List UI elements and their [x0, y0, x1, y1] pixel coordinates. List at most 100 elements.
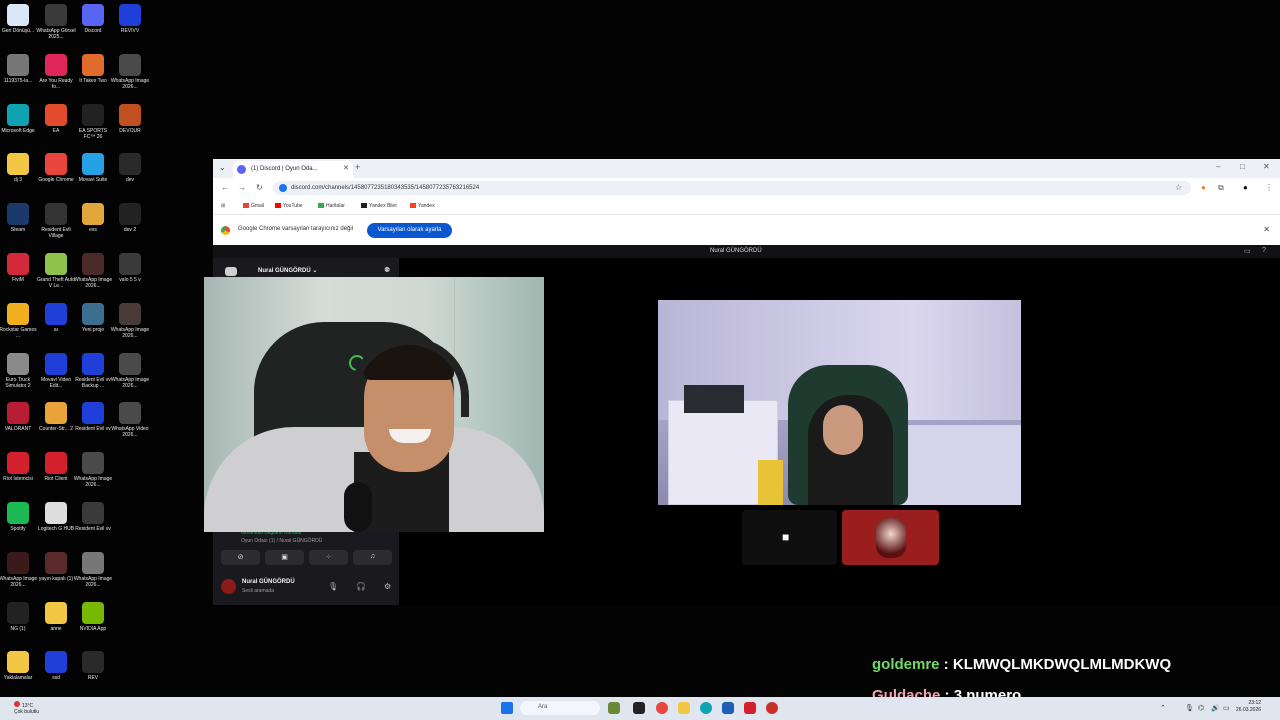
start-button-icon[interactable]	[501, 702, 513, 714]
desktop-shortcut[interactable]: WhatsApp Görsel 2025...	[36, 4, 76, 40]
desktop-shortcut[interactable]: dev 2	[110, 203, 150, 233]
desktop-shortcut[interactable]: Google Chrome	[36, 153, 76, 183]
tab-discord[interactable]: (1) Discord | Oyun Oda... ✕	[233, 161, 353, 178]
server-name[interactable]: Nural GÜNGÖRDÜ ⌄	[258, 267, 317, 274]
infobar-close-icon[interactable]: ✕	[1263, 225, 1270, 234]
desktop-shortcut[interactable]: WhatsApp Image 2026...	[110, 53, 150, 90]
tray-chevron-icon[interactable]: ⌃	[1160, 704, 1166, 712]
tray-network-icon[interactable]: ⌬	[1198, 704, 1204, 712]
apps-grid-icon[interactable]: ⊞	[221, 203, 225, 209]
desktop-shortcut[interactable]: REVIVV	[110, 4, 150, 34]
desktop-shortcut[interactable]: Riot İstemcisi	[0, 452, 38, 482]
forward-icon[interactable]: →	[238, 183, 246, 192]
desktop-shortcut[interactable]: NG (1)	[0, 601, 38, 632]
desktop-shortcut[interactable]: VALORANT	[0, 402, 38, 432]
microphone-icon[interactable]: 🎙	[328, 582, 338, 591]
desktop-shortcut[interactable]: yayın kapalı (1)	[36, 551, 76, 582]
desktop-shortcut[interactable]: WhatsApp Image 2026...	[0, 551, 38, 588]
profile-avatar-icon[interactable]: ●	[1243, 183, 1248, 192]
headphones-icon[interactable]: 🎧	[356, 582, 366, 591]
maximize-icon[interactable]: □	[1240, 162, 1245, 171]
discord-home-icon[interactable]	[225, 267, 237, 276]
task-view-icon[interactable]	[633, 702, 645, 714]
call-participant-camera-off[interactable]: ■	[742, 510, 837, 565]
weather-widget[interactable]: 13°C Çok bulutlu	[14, 701, 39, 715]
camera-off-button[interactable]: ⊘	[221, 550, 260, 565]
desktop-shortcut[interactable]: Are You Ready fo...	[36, 53, 76, 90]
desktop-shortcut[interactable]: dj 3	[0, 153, 38, 183]
tray-battery-icon[interactable]: ▭	[1223, 704, 1230, 712]
desktop-shortcut[interactable]: REV	[73, 651, 113, 681]
taskbar-search[interactable]: Ara	[520, 701, 600, 715]
desktop-shortcut[interactable]: ess	[73, 203, 113, 233]
app-taskbar-icon[interactable]	[766, 702, 778, 714]
desktop-shortcut[interactable]: ssd	[36, 651, 76, 681]
back-icon[interactable]: ←	[221, 183, 229, 192]
invite-icon[interactable]: ⚉	[384, 266, 390, 274]
desktop-shortcut[interactable]: Counter-Str... 2	[36, 402, 76, 432]
activities-button[interactable]: ⁘	[309, 550, 348, 565]
desktop-shortcut[interactable]: Resident Evil Village	[36, 203, 76, 239]
desktop-shortcut[interactable]: dev	[110, 153, 150, 183]
desktop-shortcut[interactable]: Spotify	[0, 502, 38, 532]
desktop-shortcut[interactable]: Euro Truck Simulator 2	[0, 352, 38, 389]
desktop-shortcut[interactable]: Discord	[73, 4, 113, 34]
desktop-shortcut[interactable]: WhatsApp Image 2026...	[73, 551, 113, 588]
youtube-taskbar-icon[interactable]	[744, 702, 756, 714]
desktop-shortcut[interactable]: aı	[36, 302, 76, 333]
desktop-shortcut[interactable]: FiviM	[0, 253, 38, 283]
desktop-shortcut[interactable]: NVIDIA App	[73, 601, 113, 632]
tray-mic-icon[interactable]: 🎙	[1185, 704, 1194, 712]
desktop-shortcut[interactable]: Yeni proje	[73, 302, 113, 333]
call-participant-avatar[interactable]	[842, 510, 939, 565]
desktop-shortcut[interactable]: WhatsApp Image 2026...	[110, 302, 150, 339]
desktop-shortcut[interactable]: Steam	[0, 203, 38, 233]
soundboard-button[interactable]: ♫	[353, 550, 392, 565]
tab-search-icon[interactable]: ⌄	[219, 163, 226, 172]
store-icon[interactable]	[722, 702, 734, 714]
remote-video-stream[interactable]	[658, 300, 1021, 505]
desktop-shortcut[interactable]: Rockstar Games ...	[0, 302, 38, 339]
desktop-shortcut[interactable]: Resident Evil vv	[73, 402, 113, 432]
bookmark-maps[interactable]: Haritalar	[318, 203, 345, 209]
screen-share-button[interactable]: ▣	[265, 550, 304, 565]
help-icon[interactable]: ?	[1262, 247, 1266, 254]
desktop-shortcut[interactable]: Resident Evil vv	[73, 502, 113, 532]
desktop-shortcut[interactable]: anne	[36, 601, 76, 632]
extensions-puzzle-icon[interactable]: ⧉	[1218, 183, 1224, 193]
desktop-shortcut[interactable]: Resident Evil vv Backup ...	[73, 352, 113, 389]
desktop-shortcut[interactable]: Yaklalamalar	[0, 651, 38, 681]
chrome-taskbar-icon[interactable]	[656, 702, 668, 714]
settings-gear-icon[interactable]: ⚙	[384, 582, 391, 591]
bookmark-yandex[interactable]: Yandex	[410, 203, 435, 209]
voice-channel[interactable]: Oyun Odası (1) / Nural GÜNGÖRDÜ	[241, 538, 322, 544]
edge-taskbar-icon[interactable]	[700, 702, 712, 714]
tab-close-icon[interactable]: ✕	[343, 164, 349, 172]
address-bar[interactable]: discord.com/channels/1458077235180343535…	[273, 181, 1191, 195]
desktop-shortcut[interactable]: EA SPORTS FC™ 26	[73, 103, 113, 140]
desktop-shortcut[interactable]: Microsoft Edge	[0, 103, 38, 134]
file-explorer-icon[interactable]	[678, 702, 690, 714]
bookmark-gmail[interactable]: Gmail	[243, 203, 264, 209]
minimize-icon[interactable]: –	[1216, 162, 1220, 171]
bookmark-youtube[interactable]: YouTube	[275, 203, 303, 209]
desktop-shortcut[interactable]: 1119375-la...	[0, 53, 38, 84]
desktop-shortcut[interactable]: Geri Dönüşü...	[0, 4, 38, 34]
reload-icon[interactable]: ↻	[256, 183, 263, 192]
desktop-shortcut[interactable]: WhatsApp Image 2026...	[73, 253, 113, 289]
new-tab-button[interactable]: +	[355, 162, 360, 172]
game-app-icon[interactable]	[608, 702, 620, 714]
desktop-shortcut[interactable]: WhatsApp Image 2026...	[110, 352, 150, 389]
inbox-icon[interactable]: ▭	[1244, 247, 1251, 255]
desktop-shortcut[interactable]: valo 5 5 v	[110, 253, 150, 283]
window-close-icon[interactable]: ✕	[1263, 162, 1270, 171]
tray-volume-icon[interactable]: 🔊	[1211, 704, 1220, 712]
desktop-shortcut[interactable]: Logitech G HUB	[36, 502, 76, 532]
desktop-shortcut[interactable]: Grand Theft Auto V Le...	[36, 253, 76, 289]
desktop-shortcut[interactable]: EA	[36, 103, 76, 134]
desktop-shortcut[interactable]: WhatsApp Video 2026...	[110, 402, 150, 438]
desktop-shortcut[interactable]: Movavi Suite	[73, 153, 113, 183]
desktop-shortcut[interactable]: Riot Client	[36, 452, 76, 482]
desktop-shortcut[interactable]: It Takes Two	[73, 53, 113, 84]
desktop-shortcut[interactable]: DEVOUR	[110, 103, 150, 134]
